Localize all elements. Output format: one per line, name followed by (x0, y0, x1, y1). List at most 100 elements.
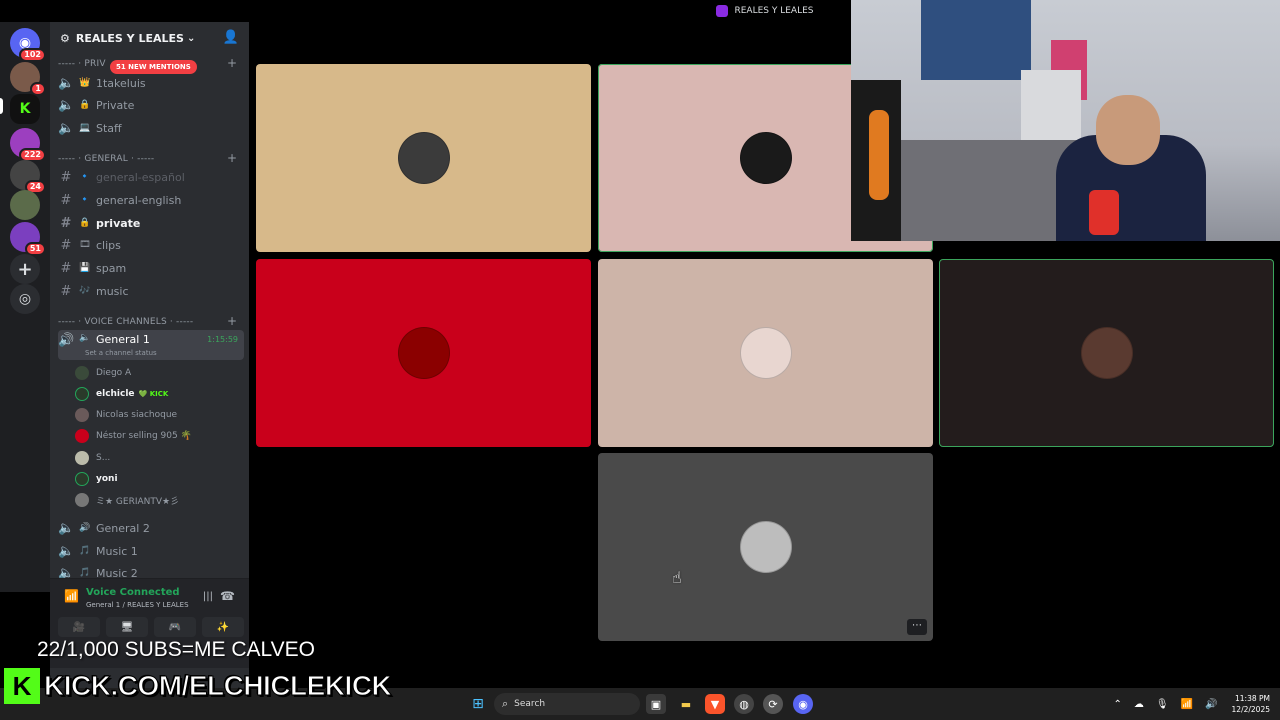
clock-time: 11:38 PM (1235, 694, 1270, 703)
mentions-banner[interactable]: 51 NEW MENTIONS (110, 60, 197, 74)
voice-user-name: S... (96, 453, 111, 463)
clock[interactable]: 11:38 PM 12/2/2025 (1232, 693, 1270, 715)
red-object (1089, 190, 1119, 235)
more-options-button[interactable]: ⋯ (907, 619, 927, 635)
video-tile[interactable] (256, 259, 591, 447)
video-tile[interactable] (939, 259, 1274, 447)
voice-user[interactable]: elchicle 💚 KICK (75, 385, 168, 403)
wifi-icon[interactable]: 📶 (1181, 699, 1193, 710)
search-label: Search (514, 699, 546, 709)
disconnect-icon[interactable]: ☎ (220, 589, 235, 603)
avatar (1080, 327, 1133, 379)
brave-browser-icon[interactable]: ▼ (705, 694, 725, 714)
noise-suppression-icon[interactable]: ||| (203, 591, 213, 602)
server-name: REALES Y LEALES (75, 31, 184, 45)
voice-user[interactable]: Diego A (75, 364, 131, 382)
add-channel-icon[interactable]: + (227, 314, 237, 328)
channel-status-placeholder[interactable]: Set a channel status (85, 349, 157, 357)
kick-tag: 💚 KICK (138, 390, 169, 398)
voice-channel-1takeluis[interactable]: 🔈 👑 1takeluis (58, 73, 244, 93)
server-header[interactable]: ⚙ REALES Y LEALES ⌄ 👤 (50, 22, 249, 54)
category-private[interactable]: ----- · PRIV (58, 59, 106, 69)
voice-connected-title: Voice Connected (86, 587, 180, 598)
voice-user[interactable]: ミ★ GERIANTV★彡 (75, 491, 179, 509)
text-channel-private[interactable]: # 🔒 private (58, 213, 244, 233)
chevron-up-icon[interactable]: ⌃ (1114, 699, 1122, 710)
voice-user-name: Diego A (96, 368, 132, 378)
invite-icon[interactable]: 👤 (223, 30, 239, 45)
voice-channel-staff[interactable]: 🔈 💻 Staff (58, 118, 244, 138)
kick-server-icon[interactable]: K (10, 94, 40, 124)
voice-channel-music-1[interactable]: 🔈 🎵 Music 1 (58, 541, 244, 561)
app-icon[interactable]: ◍ (734, 694, 754, 714)
channel-emoji: 🔹 (79, 172, 91, 182)
category-general[interactable]: ----- · GENERAL · ----- (58, 154, 154, 164)
channel-label: clips (96, 238, 121, 252)
add-channel-icon[interactable]: + (227, 151, 237, 165)
wall-poster (921, 0, 1031, 80)
chevron-down-icon: ⌄ (186, 32, 196, 44)
discord-taskbar-icon[interactable]: ◉ (793, 694, 813, 714)
taskbar-search[interactable]: ⌕ Search (494, 693, 640, 715)
channel-emoji: 💻 (79, 123, 91, 133)
avatar (75, 451, 89, 465)
windows-start-icon[interactable]: ⊞ (468, 694, 488, 714)
discover-icon[interactable]: ◎ (10, 284, 40, 314)
speaker-icon: 🔈 (58, 120, 75, 136)
server-logo-icon (716, 5, 729, 17)
video-tile[interactable] (598, 259, 933, 447)
channel-label: Music 1 (96, 544, 138, 558)
add-channel-icon[interactable]: + (227, 56, 237, 70)
volume-icon[interactable]: 🔊 (1205, 699, 1217, 710)
server-badge: 102 (19, 48, 46, 62)
signal-icon[interactable]: 📶 (64, 589, 79, 603)
server-avatar-5[interactable]: 51 (10, 222, 46, 256)
channel-emoji: 🎶 (79, 286, 91, 296)
voice-user-name: yoni (96, 474, 118, 484)
voice-connected-subtitle[interactable]: General 1 / REALES Y LEALES (86, 601, 189, 609)
text-channel-spam[interactable]: # 💾 spam (58, 258, 244, 278)
mouse-cursor: ☝ (672, 568, 682, 587)
category-voice[interactable]: ----- · VOICE CHANNELS · ----- (58, 317, 193, 327)
microphone-icon[interactable]: 🎙 (1156, 699, 1169, 710)
text-channel-clips[interactable]: # 🎞 clips (58, 235, 244, 255)
pc-light (869, 110, 889, 200)
voice-user-name: elchicle (96, 389, 135, 399)
text-channel-music[interactable]: # 🎶 music (58, 281, 244, 301)
channel-emoji: 🎞 (79, 240, 91, 250)
screen-share-button[interactable]: 🖥 (106, 617, 148, 637)
network-icon[interactable]: ☁ (1134, 699, 1144, 710)
voice-user[interactable]: yoni (75, 470, 118, 488)
channel-emoji: 🔹 (79, 195, 91, 205)
shelf (1021, 70, 1081, 140)
file-explorer-icon[interactable]: ▬ (676, 694, 696, 714)
voice-channel-private[interactable]: 🔈 🔒 Private (58, 95, 244, 115)
voice-channel-general-1[interactable]: 🔊 🔈 General 1 1:15:59 Set a channel stat… (58, 330, 244, 360)
channel-label: general-english (96, 193, 182, 207)
voice-user[interactable]: Néstor selling 905 🌴 (75, 427, 192, 445)
video-tile[interactable]: ⋯ (598, 453, 933, 641)
voice-user[interactable]: Nicolas siachoque (75, 406, 177, 424)
voice-channel-general-2[interactable]: 🔈 🔊 General 2 (58, 518, 244, 538)
server-avatar-2[interactable]: 222 (10, 128, 46, 162)
task-view-icon[interactable]: ▣ (646, 694, 666, 714)
add-server-icon[interactable]: + (10, 254, 40, 284)
server-avatar-3[interactable]: 24 (10, 160, 46, 194)
camera-button[interactable]: 🎥 (58, 617, 100, 637)
hash-icon: # (60, 215, 72, 231)
video-tile[interactable] (256, 64, 591, 252)
voice-user[interactable]: S... (75, 449, 110, 467)
discord-home-icon[interactable]: ◉ 102 (10, 28, 46, 62)
hash-icon: # (60, 283, 72, 299)
voice-user-name: Nicolas siachoque (96, 410, 178, 420)
channel-label: Private (96, 98, 135, 112)
kick-logo: K (4, 668, 40, 704)
soundboard-button[interactable]: ✨ (202, 617, 244, 637)
text-channel-general-espanol[interactable]: # 🔹 general-español (58, 167, 244, 187)
text-channel-general-english[interactable]: # 🔹 general-english (58, 190, 244, 210)
app-icon[interactable]: ⟳ (763, 694, 783, 714)
activities-button[interactable]: 🎮 (154, 617, 196, 637)
voice-duration: 1:15:59 (207, 335, 238, 344)
server-avatar-1[interactable]: 1 (10, 62, 46, 96)
server-avatar-4[interactable] (10, 190, 40, 220)
